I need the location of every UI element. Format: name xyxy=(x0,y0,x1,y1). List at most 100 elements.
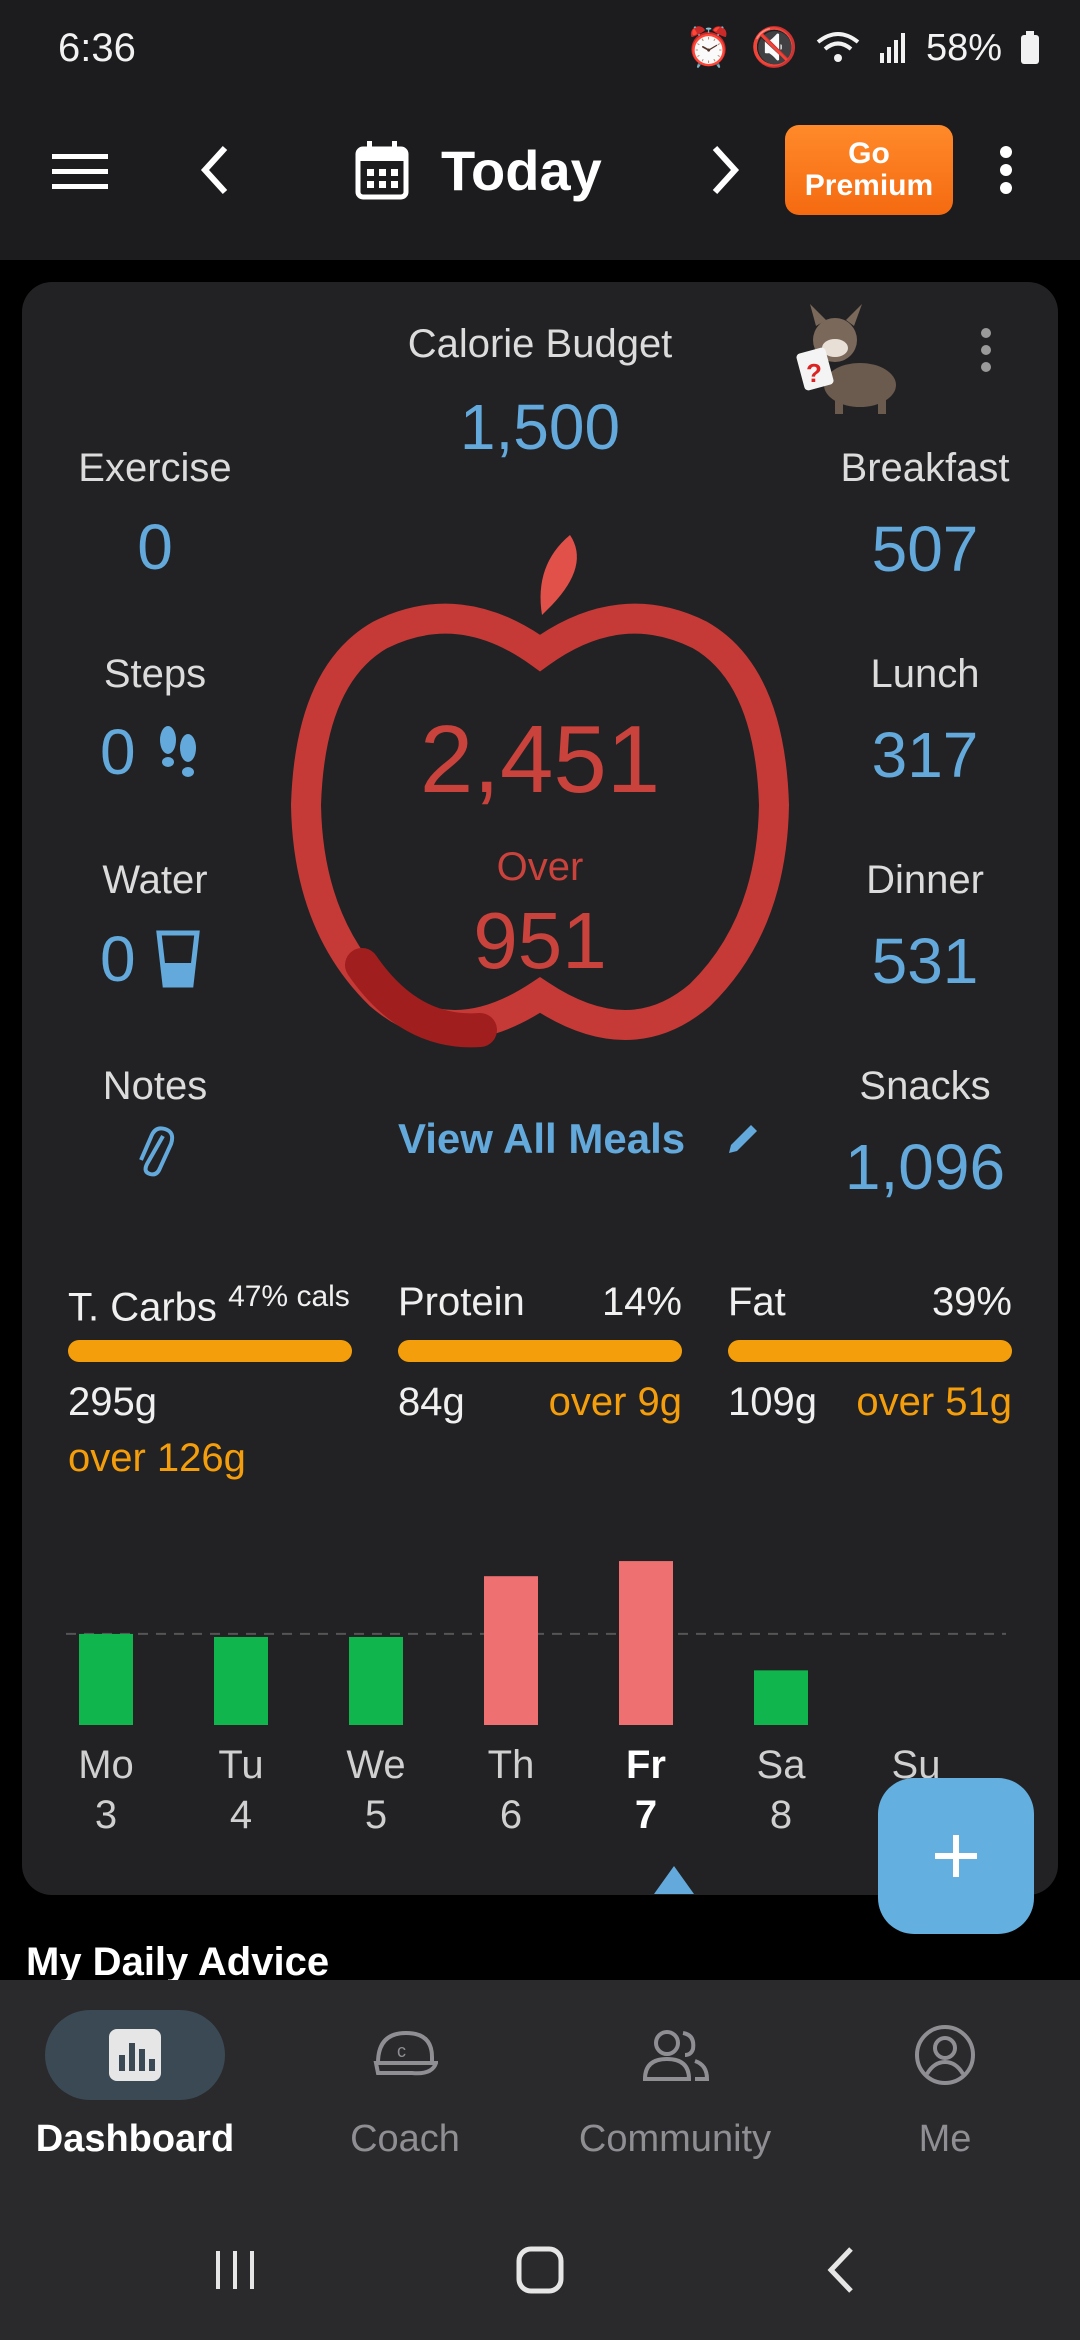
calendar-icon xyxy=(355,140,409,199)
more-vertical-icon xyxy=(981,328,991,372)
nav-coach[interactable]: c Coach xyxy=(285,2010,525,2161)
calorie-budget-value[interactable]: 1,500 xyxy=(340,390,740,464)
chart-day-label[interactable]: Fr 7 xyxy=(601,1740,691,1840)
steps-label: Steps xyxy=(103,652,207,696)
notes-button[interactable] xyxy=(125,1120,185,1180)
selected-day-indicator-icon xyxy=(654,1866,694,1894)
add-entry-button[interactable] xyxy=(878,1778,1034,1934)
next-day-button[interactable] xyxy=(690,135,760,205)
breakfast-label: Breakfast xyxy=(840,446,1010,490)
chart-day-label[interactable]: We 5 xyxy=(331,1740,421,1840)
home-button[interactable] xyxy=(500,2240,580,2300)
calorie-difference: 951 xyxy=(473,896,607,985)
chart-day-number: 8 xyxy=(769,1793,793,1837)
notes-label: Notes xyxy=(102,1064,208,1108)
chart-day-number: 5 xyxy=(364,1793,388,1837)
recents-button[interactable] xyxy=(195,2240,275,2300)
snacks-value[interactable]: 1,096 xyxy=(810,1130,1040,1204)
chevron-left-icon xyxy=(200,145,228,195)
chart-bar[interactable] xyxy=(619,1561,673,1725)
water-value: 0 xyxy=(100,923,136,995)
weekly-chart-svg xyxy=(66,1561,1006,1725)
steps-value: 0 xyxy=(100,716,136,788)
chart-bar[interactable] xyxy=(484,1576,538,1725)
battery-text: 58% xyxy=(925,26,1002,69)
protein-label: Protein xyxy=(398,1280,525,1324)
back-icon xyxy=(827,2247,853,2293)
recents-icon xyxy=(216,2251,254,2289)
chevron-right-icon xyxy=(712,145,740,195)
chart-day-name: Tu xyxy=(218,1743,264,1787)
chart-bar[interactable] xyxy=(349,1636,403,1725)
previous-day-button[interactable] xyxy=(180,135,250,205)
dinner-value[interactable]: 531 xyxy=(810,924,1040,998)
carbs-grams: 295g xyxy=(68,1380,157,1424)
nav-dashboard-label: Dashboard xyxy=(35,2118,235,2160)
snacks-label: Snacks xyxy=(859,1064,991,1108)
status-icons: ⏰ 🔇 58% xyxy=(685,26,1040,70)
chart-day-label[interactable]: Sa 8 xyxy=(736,1740,826,1840)
nav-community[interactable]: Community xyxy=(555,2010,795,2161)
lunch-label: Lunch xyxy=(870,652,980,696)
nav-coach-label: Coach xyxy=(350,2118,460,2160)
dashboard-icon xyxy=(109,2029,161,2081)
water-glass-icon xyxy=(155,930,200,988)
protein-over: over 9g xyxy=(548,1380,682,1424)
view-all-meals-link[interactable]: View All Meals xyxy=(398,1115,761,1163)
chart-day-number: 4 xyxy=(229,1793,253,1837)
battery-icon xyxy=(1021,31,1039,64)
chart-day-number: 6 xyxy=(499,1793,523,1837)
carbs-percent: 47% cals xyxy=(228,1280,350,1313)
chart-bar[interactable] xyxy=(79,1633,133,1725)
dinner-label: Dinner xyxy=(866,858,984,902)
water-value-row[interactable]: 0 xyxy=(100,922,200,996)
nav-me-icon-wrap xyxy=(825,2010,1065,2100)
nav-me-label: Me xyxy=(918,2118,972,2160)
nav-community-icon-wrap xyxy=(555,2010,795,2100)
profile-icon xyxy=(915,2025,975,2085)
card-menu-button[interactable] xyxy=(970,320,1002,380)
exercise-value[interactable]: 0 xyxy=(40,510,270,584)
protein-progress-bar xyxy=(398,1340,682,1362)
go-premium-label: Go Premium xyxy=(804,137,934,202)
calorie-status-label: Over xyxy=(496,845,584,889)
footsteps-icon xyxy=(159,726,196,777)
chart-day-label[interactable]: Tu 4 xyxy=(196,1740,286,1840)
alarm-icon: ⏰ xyxy=(685,27,733,69)
chart-day-name: Fr xyxy=(626,1743,666,1787)
carbs-label: T. Carbs xyxy=(68,1285,217,1330)
home-icon xyxy=(516,2246,564,2294)
carbs-over: over 126g xyxy=(68,1436,246,1480)
nav-dashboard[interactable]: Dashboard xyxy=(15,2010,255,2161)
date-selector[interactable]: Today xyxy=(355,138,602,203)
menu-button[interactable] xyxy=(40,140,120,204)
more-vertical-icon xyxy=(1000,146,1012,194)
dog-mascot[interactable]: ? xyxy=(790,300,910,420)
nav-me[interactable]: Me xyxy=(825,2010,1065,2161)
chart-day-number: 7 xyxy=(634,1793,658,1837)
chart-bar[interactable] xyxy=(214,1636,268,1725)
steps-value-row[interactable]: 0 xyxy=(100,715,200,789)
dog-mascot-icon: ? xyxy=(796,304,896,414)
nav-coach-icon-wrap: c xyxy=(285,2010,525,2100)
chart-day-label[interactable]: Mo 3 xyxy=(61,1740,151,1840)
fat-progress-bar xyxy=(728,1340,1012,1362)
fat-over: over 51g xyxy=(856,1380,1012,1424)
nav-dashboard-pill xyxy=(45,2010,225,2100)
hamburger-icon xyxy=(52,154,108,189)
signal-icon xyxy=(879,33,905,63)
back-button[interactable] xyxy=(800,2240,880,2300)
protein-grams: 84g xyxy=(398,1380,465,1424)
chart-bar[interactable] xyxy=(754,1670,808,1725)
overflow-menu-button[interactable] xyxy=(978,135,1034,205)
fat-label: Fat xyxy=(728,1280,786,1324)
nav-community-label: Community xyxy=(578,2118,772,2160)
go-premium-button[interactable]: Go Premium xyxy=(785,125,953,215)
weekly-calorie-chart: Mo3Tu4We5Th6Fr7Sa8Su9 xyxy=(66,1540,1006,1870)
weekly-chart-labels: Mo3Tu4We5Th6Fr7Sa8Su9 xyxy=(66,1740,1006,1870)
status-time: 6:36 xyxy=(58,26,136,70)
lunch-value[interactable]: 317 xyxy=(810,718,1040,792)
chart-day-label[interactable]: Th 6 xyxy=(466,1740,556,1840)
breakfast-value[interactable]: 507 xyxy=(810,512,1040,586)
coach-icon: c xyxy=(373,2030,438,2076)
